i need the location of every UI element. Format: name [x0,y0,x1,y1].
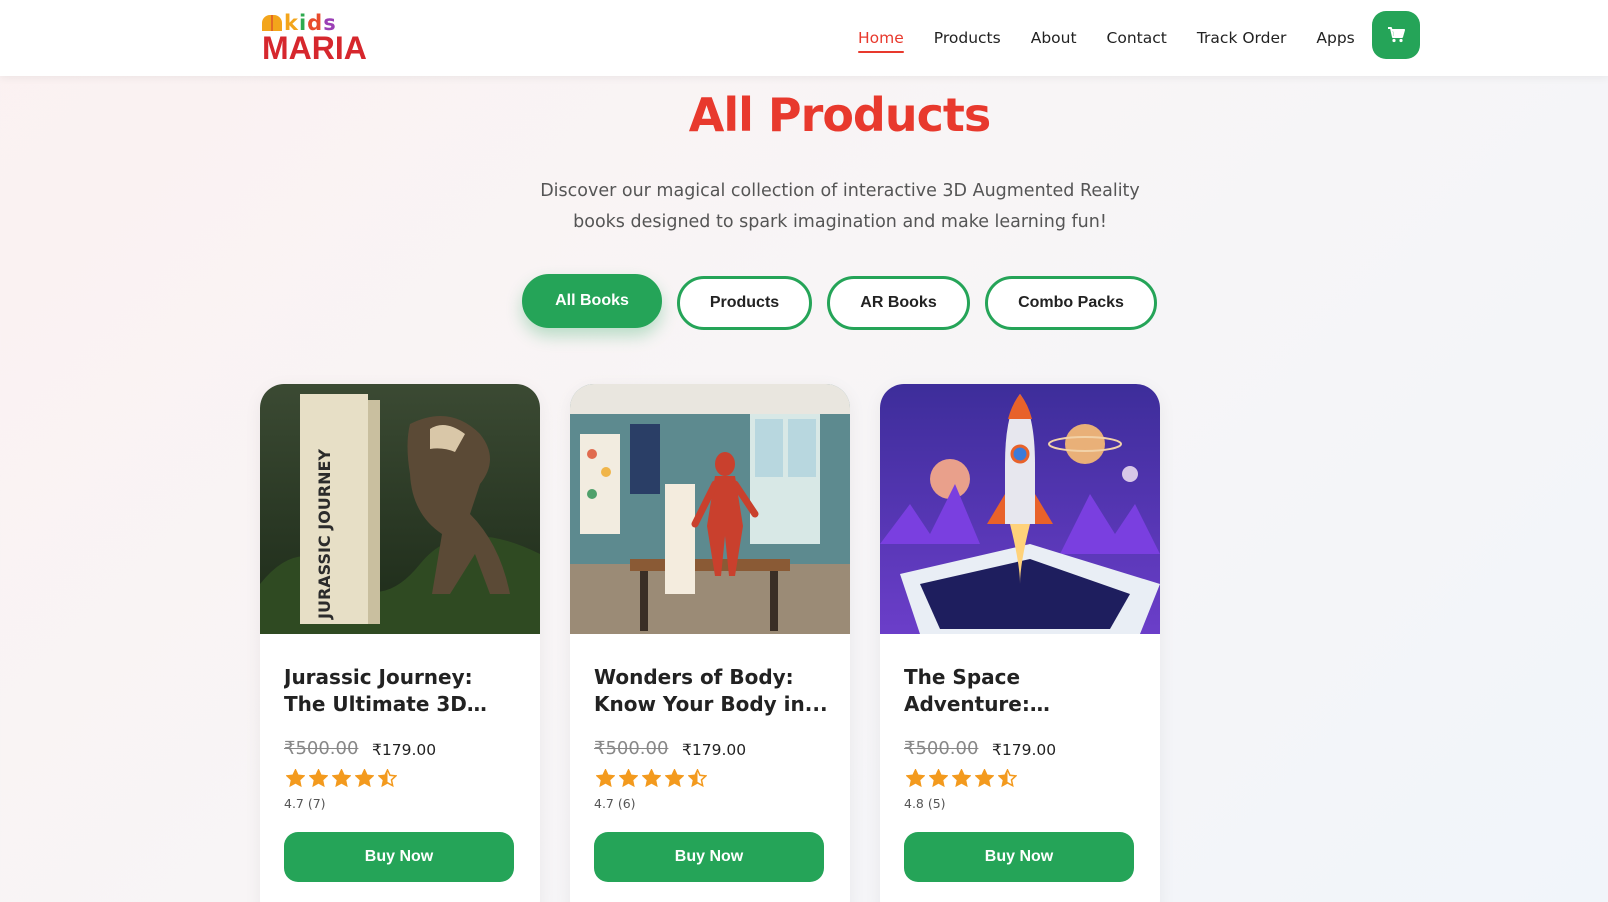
book-icon [262,15,282,31]
star-full-icon [904,768,926,788]
navbar: kids MARIA Home Products About Contact T… [0,0,1608,76]
rating-count: 4.7 (6) [594,796,636,811]
logo-bottom-text: MARIA [262,30,367,66]
filter-combo-packs[interactable]: Combo Packs [985,276,1157,330]
filter-ar-books[interactable]: AR Books [827,276,970,330]
nav-track-order[interactable]: Track Order [1197,29,1287,47]
cart-icon [1388,27,1405,43]
star-full-icon [640,768,662,788]
product-image[interactable]: JURASSIC JOURNEY [260,384,540,634]
book-cover-title: JURASSIC JOURNEY [315,449,334,620]
rating-count: 4.7 (7) [284,796,326,811]
main-nav: Home Products About Contact Track Order … [858,0,1385,76]
price-original: ₹500.00 [594,738,669,759]
star-full-icon [617,768,639,788]
price-original: ₹500.00 [284,738,359,759]
price-sale: ₹179.00 [682,741,747,759]
price-original: ₹500.00 [904,738,979,759]
buy-now-button[interactable]: Buy Now [594,832,824,882]
rating-stars [904,768,1019,788]
buy-now-button[interactable]: Buy Now [284,832,514,882]
cart-button[interactable] [1372,11,1420,59]
nav-products[interactable]: Products [934,29,1001,47]
star-full-icon [284,768,306,788]
rating-stars [284,768,399,788]
price-sale: ₹179.00 [372,741,437,759]
star-full-icon [353,768,375,788]
brand-logo[interactable]: kids MARIA [262,12,368,66]
buy-now-button[interactable]: Buy Now [904,832,1134,882]
star-full-icon [927,768,949,788]
star-half-icon [686,768,708,788]
star-full-icon [594,768,616,788]
nav-about[interactable]: About [1031,29,1077,47]
star-full-icon [663,768,685,788]
nav-contact[interactable]: Contact [1107,29,1167,47]
nav-home[interactable]: Home [858,29,904,53]
star-half-icon [996,768,1018,788]
filter-products[interactable]: Products [677,276,812,330]
page-subtitle: Discover our magical collection of inter… [540,181,1140,232]
category-filters: All Books Products AR Books Combo Packs [0,274,1608,336]
product-card[interactable]: Wonders of Body: Know Your Body in... ₹5… [570,384,850,902]
product-image[interactable] [880,384,1160,634]
product-image[interactable] [570,384,850,634]
star-full-icon [330,768,352,788]
price-sale: ₹179.00 [992,741,1057,759]
product-title[interactable]: Jurassic Journey: The Ultimate 3D AR... [284,664,520,718]
star-full-icon [973,768,995,788]
product-title[interactable]: The Space Adventure: Planets... [904,664,1140,718]
star-half-icon [376,768,398,788]
product-card[interactable]: The Space Adventure: Planets... ₹500.00 … [880,384,1160,902]
product-card[interactable]: JURASSIC JOURNEY Jurassic Journey: The U… [260,384,540,902]
rating-stars [594,768,709,788]
nav-apps[interactable]: Apps [1316,29,1354,47]
page-title: All Products [688,88,991,142]
product-title[interactable]: Wonders of Body: Know Your Body in... [594,664,830,718]
filter-all-books[interactable]: All Books [522,274,662,328]
rating-count: 4.8 (5) [904,796,946,811]
star-full-icon [307,768,329,788]
star-full-icon [950,768,972,788]
